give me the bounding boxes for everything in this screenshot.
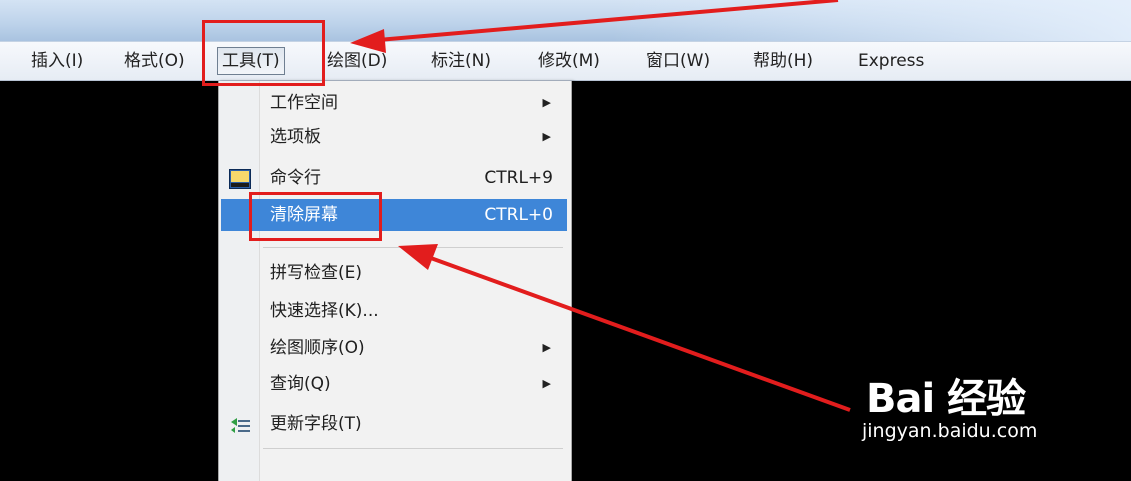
baidu-jingyan-logo: Bai 经验 (866, 376, 1026, 422)
watermark-url: jingyan.baidu.com (862, 420, 1038, 442)
arrowhead-icon (398, 244, 438, 270)
arrowhead-icon (350, 29, 386, 53)
annotation-arrow-line (427, 255, 851, 412)
annotation-arrow-line (377, 0, 839, 42)
